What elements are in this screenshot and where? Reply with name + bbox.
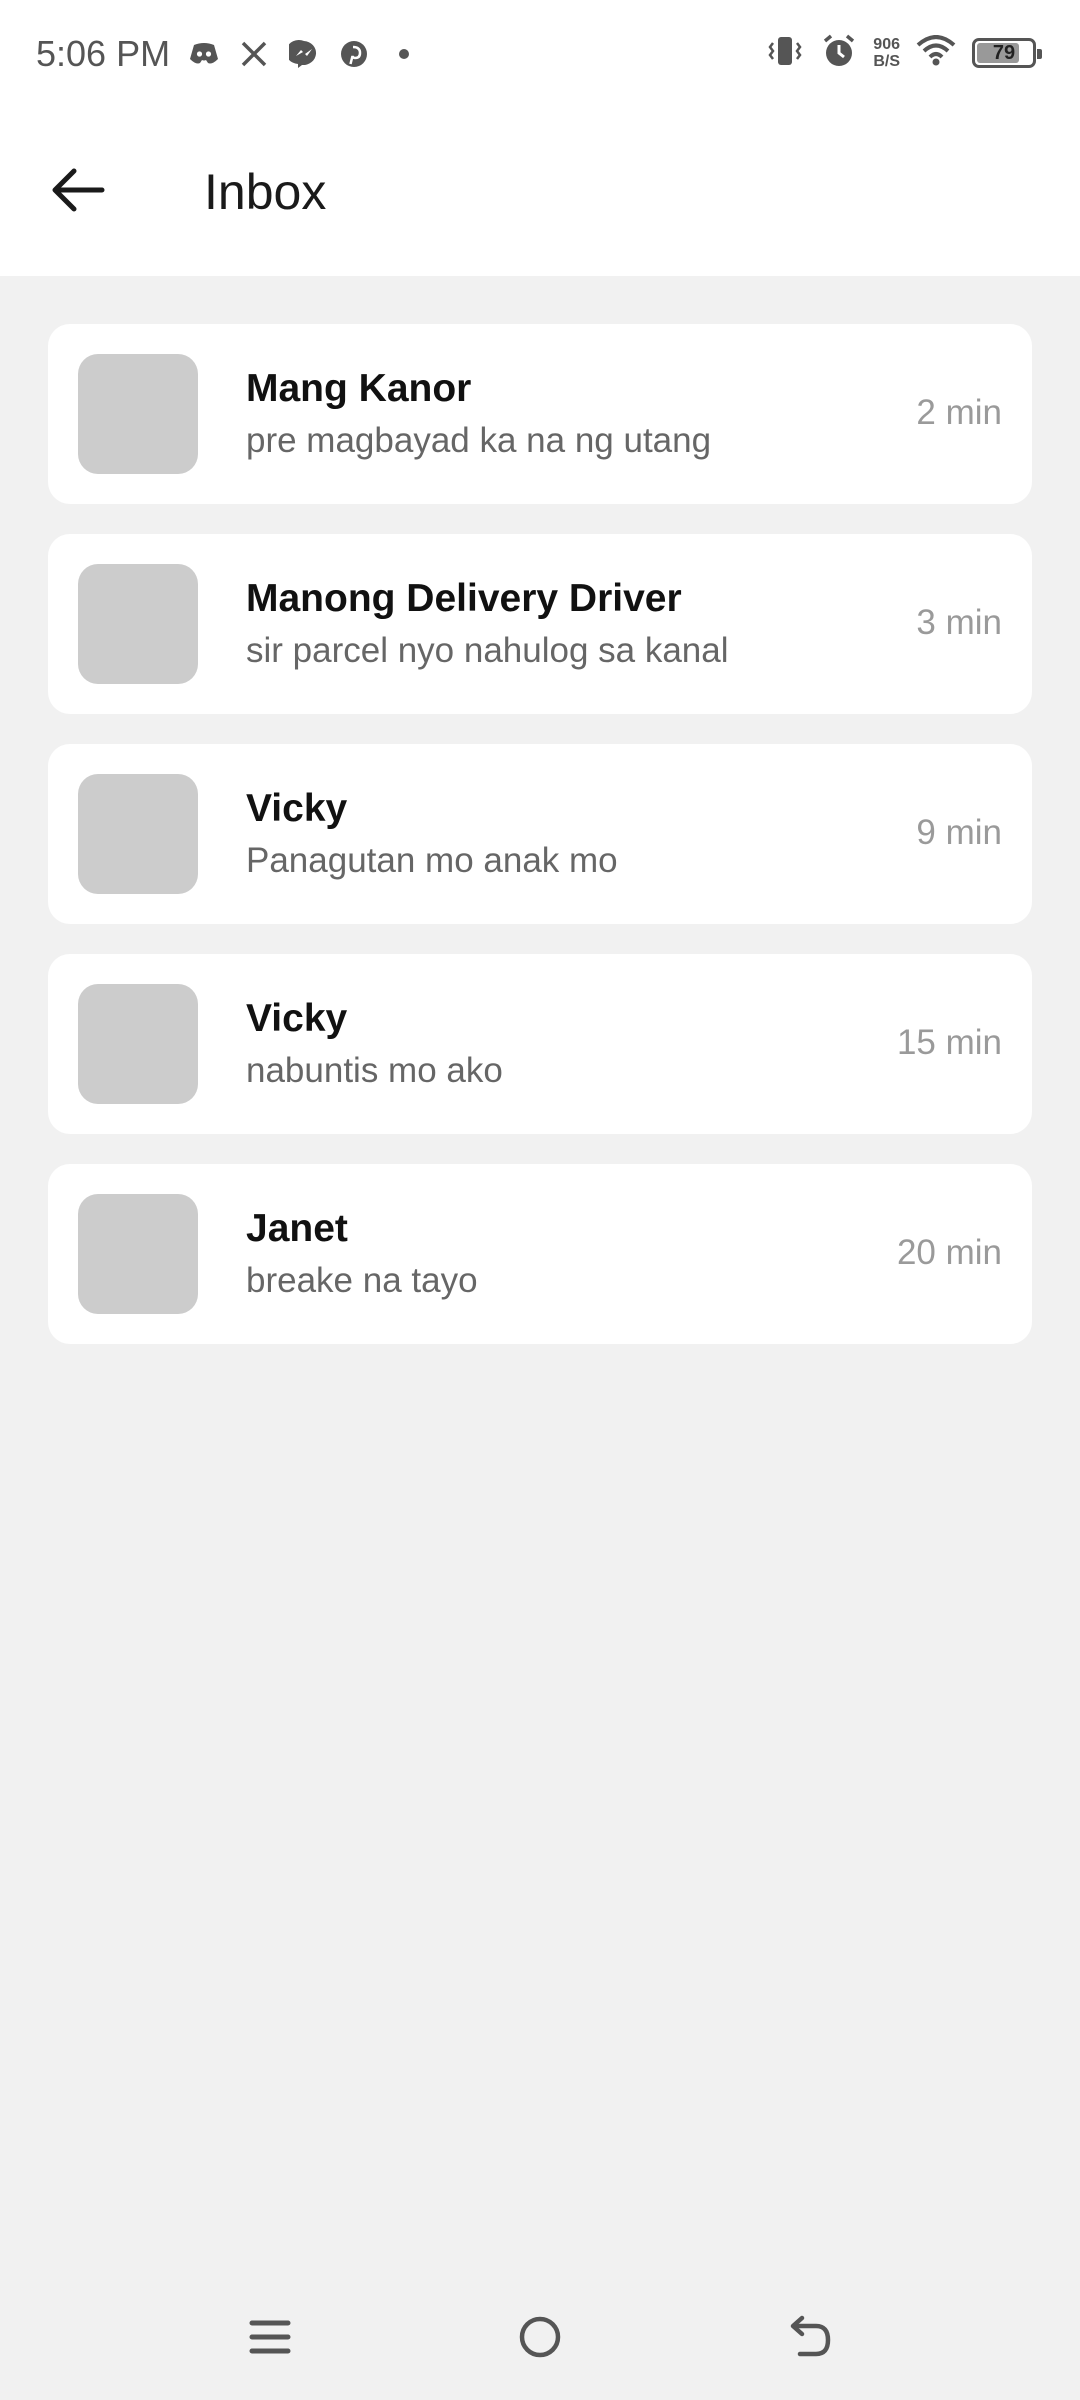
alarm-icon bbox=[821, 33, 857, 74]
message-list: Mang Kanor pre magbayad ka na ng utang 2… bbox=[48, 324, 1032, 1374]
discord-icon bbox=[186, 36, 222, 72]
message-preview: Panagutan mo anak mo bbox=[246, 841, 618, 880]
back-icon bbox=[790, 2315, 831, 2357]
avatar bbox=[78, 1194, 198, 1314]
avatar bbox=[78, 564, 198, 684]
message-item[interactable]: Vicky nabuntis mo ako 15 min bbox=[48, 954, 1032, 1134]
message-item[interactable]: Mang Kanor pre magbayad ka na ng utang 2… bbox=[48, 324, 1032, 504]
messenger-icon bbox=[286, 36, 322, 72]
sender-name: Mang Kanor bbox=[246, 367, 472, 410]
status-time: 5:06 PM bbox=[36, 33, 171, 74]
message-preview: pre magbayad ka na ng utang bbox=[246, 421, 712, 460]
sender-name: Vicky bbox=[246, 997, 348, 1040]
app-bar: Inbox bbox=[0, 108, 1080, 276]
recent-apps-button[interactable] bbox=[235, 2302, 305, 2372]
message-item[interactable]: Manong Delivery Driver sir parcel nyo na… bbox=[48, 534, 1032, 714]
notification-icons bbox=[186, 34, 422, 74]
message-time: 3 min bbox=[916, 603, 1002, 642]
home-button[interactable] bbox=[505, 2302, 575, 2372]
battery-level: 79 bbox=[992, 41, 1016, 64]
sender-name: Vicky bbox=[246, 787, 348, 830]
battery-icon: 79 bbox=[972, 38, 1042, 68]
network-speed: 906 B/S bbox=[873, 36, 900, 70]
x-icon bbox=[236, 36, 272, 72]
message-preview: nabuntis mo ako bbox=[246, 1051, 503, 1090]
sender-name: Janet bbox=[246, 1207, 348, 1250]
battery-tip bbox=[1037, 49, 1042, 59]
dot-icon bbox=[386, 36, 422, 72]
back-button[interactable] bbox=[40, 152, 116, 228]
avatar bbox=[78, 774, 198, 894]
wifi-icon bbox=[916, 34, 956, 72]
home-icon bbox=[519, 2316, 561, 2358]
avatar bbox=[78, 984, 198, 1104]
message-item[interactable]: Vicky Panagutan mo anak mo 9 min bbox=[48, 744, 1032, 924]
message-time: 20 min bbox=[896, 1233, 1002, 1272]
menu-icon bbox=[249, 2320, 291, 2354]
message-preview: sir parcel nyo nahulog sa kanal bbox=[246, 631, 729, 670]
message-time: 9 min bbox=[916, 813, 1002, 852]
message-item[interactable]: Janet breake na tayo 20 min bbox=[48, 1164, 1032, 1344]
pinterest-icon bbox=[336, 36, 372, 72]
status-bar: 5:06 PM 906 B/S 79 bbox=[0, 0, 1080, 108]
network-speed-unit: B/S bbox=[873, 53, 900, 70]
vibrate-icon bbox=[765, 34, 805, 73]
message-time: 2 min bbox=[916, 393, 1002, 432]
sender-name: Manong Delivery Driver bbox=[246, 577, 682, 620]
message-preview: breake na tayo bbox=[246, 1261, 478, 1300]
page-title: Inbox bbox=[204, 164, 327, 220]
network-speed-value: 906 bbox=[873, 36, 900, 53]
system-icons: 906 B/S 79 bbox=[765, 28, 1042, 78]
system-back-button[interactable] bbox=[775, 2302, 845, 2372]
arrow-left-icon bbox=[52, 168, 105, 212]
system-nav-bar bbox=[0, 2274, 1080, 2400]
message-time: 15 min bbox=[896, 1023, 1002, 1062]
avatar bbox=[78, 354, 198, 474]
